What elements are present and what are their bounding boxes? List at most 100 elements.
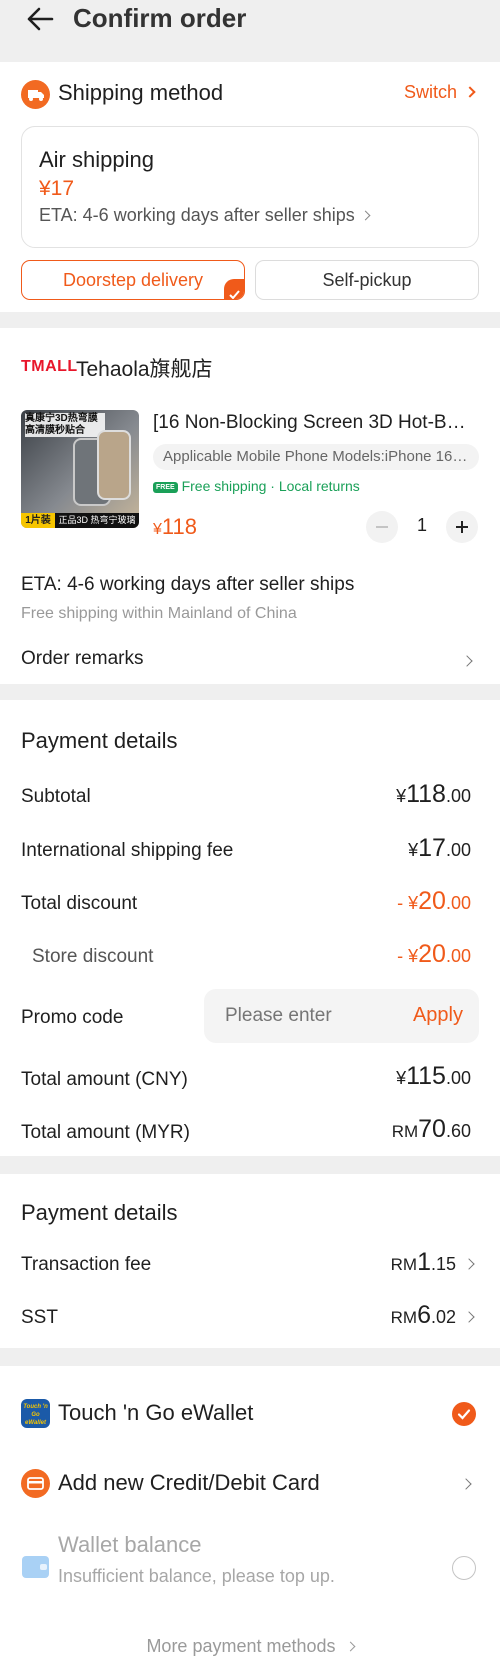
perks-row: FREE Free shipping · Local returns xyxy=(153,478,360,494)
method-price: ¥17 xyxy=(39,177,75,200)
store-eta: ETA: 4-6 working days after seller ships xyxy=(21,574,355,595)
transaction-fee-value: RM1.15 xyxy=(391,1248,456,1277)
method-eta: ETA: 4-6 working days after seller ships xyxy=(39,205,371,226)
subtotal-dec: .00 xyxy=(445,786,471,806)
quantity-decrement-button[interactable] xyxy=(366,511,398,543)
total-myr-int: 70 xyxy=(418,1115,446,1143)
store-discount-int: 20 xyxy=(418,940,446,968)
method-eta-text: ETA: 4-6 working days after seller ships xyxy=(39,205,355,225)
more-payment-methods-label: More payment methods xyxy=(146,1636,336,1656)
sst-row[interactable]: SST RM6.02 xyxy=(0,1301,500,1335)
chevron-right-icon xyxy=(460,1478,472,1490)
total-cny-dec: .00 xyxy=(445,1068,471,1088)
product-image-caption: 真康宁3D热弯膜 高清膜秒贴合 xyxy=(25,413,105,437)
discount-currency: - ¥ xyxy=(397,893,419,913)
switch-link[interactable]: Switch xyxy=(403,82,476,103)
payment-details-section: Payment details Subtotal ¥118.00 Interna… xyxy=(0,700,500,1156)
method-name: Air shipping xyxy=(39,147,154,172)
subtotal-label: Subtotal xyxy=(21,786,91,807)
product-title[interactable]: [16 Non-Blocking Screen 3D Hot-B… xyxy=(153,412,479,434)
check-corner-icon xyxy=(224,279,244,299)
add-card-label: Add new Credit/Debit Card xyxy=(58,1470,320,1495)
total-myr-value: RM70.60 xyxy=(392,1115,471,1144)
tab-doorstep-label: Doorstep delivery xyxy=(62,270,204,290)
truck-icon xyxy=(21,80,50,109)
more-payment-methods-link[interactable]: More payment methods xyxy=(0,1636,500,1657)
sst-int: 6 xyxy=(417,1301,431,1329)
quantity-value[interactable]: 1 xyxy=(410,515,434,536)
shipping-title: Shipping method xyxy=(58,80,224,105)
total-myr-dec: .60 xyxy=(445,1121,471,1141)
payment-methods-section: Touch 'n Go eWallet Touch 'n Go eWallet … xyxy=(0,1366,500,1670)
switch-label: Switch xyxy=(403,82,457,102)
phone-shape-2 xyxy=(97,430,131,500)
product-image[interactable]: 真康宁3D热弯膜 高清膜秒贴合 1片装 正品3D 热弯宁玻璃 xyxy=(21,410,139,528)
intl-dec: .00 xyxy=(445,840,471,860)
total-myr-label: Total amount (MYR) xyxy=(21,1122,190,1143)
total-discount-value: - ¥20.00 xyxy=(397,887,471,916)
back-arrow-icon[interactable] xyxy=(26,6,54,32)
promo-code-field: Apply xyxy=(204,989,479,1043)
wallet-radio xyxy=(452,1556,476,1580)
wallet-icon xyxy=(22,1556,49,1578)
wallet-balance-label: Wallet balance xyxy=(58,1532,202,1557)
intl-shipping-value: ¥17.00 xyxy=(408,834,471,863)
subtotal-int: 118 xyxy=(406,780,446,808)
wallet-balance-note: Insufficient balance, please top up. xyxy=(58,1566,335,1586)
product-variant-chip[interactable]: Applicable Mobile Phone Models:iPhone 16… xyxy=(153,444,479,470)
tab-doorstep-delivery[interactable]: Doorstep delivery xyxy=(21,260,245,300)
shipping-method-card[interactable]: Air shipping ¥17 ETA: 4-6 working days a… xyxy=(21,126,479,248)
minus-icon xyxy=(376,526,388,528)
fees-title: Payment details xyxy=(21,1200,178,1225)
payment-title: Payment details xyxy=(21,728,178,753)
product-price: ¥118 xyxy=(153,514,197,540)
promo-apply-button[interactable]: Apply xyxy=(413,1004,463,1027)
sst-dec: .02 xyxy=(430,1307,456,1327)
promo-code-label: Promo code xyxy=(21,1007,124,1028)
chevron-right-icon xyxy=(461,655,473,667)
add-card-option[interactable]: Add new Credit/Debit Card xyxy=(0,1464,500,1508)
total-discount-label: Total discount xyxy=(21,893,138,914)
price-value: 118 xyxy=(161,514,197,539)
store-discount-value: - ¥20.00 xyxy=(397,940,471,969)
order-remarks-label: Order remarks xyxy=(21,648,144,669)
store-section: TMALL Tehaola旗舰店 真康宁3D热弯膜 高清膜秒贴合 1片装 正品3… xyxy=(0,328,500,684)
tab-self-pickup-label: Self-pickup xyxy=(322,270,412,290)
free-badge-text: FREE xyxy=(156,483,175,491)
discount-dec: .00 xyxy=(445,893,471,913)
total-myr-currency: RM xyxy=(391,1122,419,1141)
chevron-right-icon xyxy=(463,1258,475,1270)
transaction-currency: RM xyxy=(390,1255,418,1274)
store-name[interactable]: Tehaola旗舰店 xyxy=(76,353,213,383)
price-currency: ¥ xyxy=(153,521,162,538)
product-badge-left: 1片装 xyxy=(21,513,55,528)
sst-currency: RM xyxy=(390,1308,418,1327)
chevron-right-icon xyxy=(464,86,476,98)
sst-label: SST xyxy=(21,1307,58,1328)
product-badge-right: 正品3D 热弯宁玻璃 xyxy=(55,513,139,528)
promo-code-input[interactable] xyxy=(225,1001,395,1031)
selected-check-icon xyxy=(452,1402,476,1426)
chevron-right-icon xyxy=(463,1311,475,1323)
tab-self-pickup[interactable]: Self-pickup xyxy=(255,260,479,300)
subtotal-currency: ¥ xyxy=(396,786,407,806)
wallet-clasp xyxy=(40,1564,47,1570)
product-variant-text: Applicable Mobile Phone Models:iPhone 16… xyxy=(163,448,468,465)
tng-ewallet-option[interactable]: Touch 'n Go eWallet Touch 'n Go eWallet xyxy=(0,1394,500,1438)
tng-logo-text: Touch 'n Go eWallet xyxy=(23,1404,48,1426)
chevron-right-icon xyxy=(360,210,371,221)
page-title: Confirm order xyxy=(73,3,247,33)
plus-icon-v xyxy=(461,521,463,533)
transaction-dec: .15 xyxy=(430,1254,456,1274)
credit-card-icon xyxy=(21,1469,50,1498)
free-shipping-icon: FREE xyxy=(153,481,178,493)
header: Confirm order xyxy=(0,0,500,62)
fees-section: Payment details Transaction fee RM1.15 S… xyxy=(0,1174,500,1348)
transaction-fee-row[interactable]: Transaction fee RM1.15 xyxy=(0,1248,500,1282)
order-remarks-row[interactable]: Order remarks xyxy=(21,648,479,674)
quantity-increment-button[interactable] xyxy=(446,511,478,543)
store-discount-label: Store discount xyxy=(32,946,154,967)
tmall-logo: TMALL xyxy=(21,358,78,375)
intl-shipping-label: International shipping fee xyxy=(21,840,234,861)
total-cny-label: Total amount (CNY) xyxy=(21,1069,188,1090)
